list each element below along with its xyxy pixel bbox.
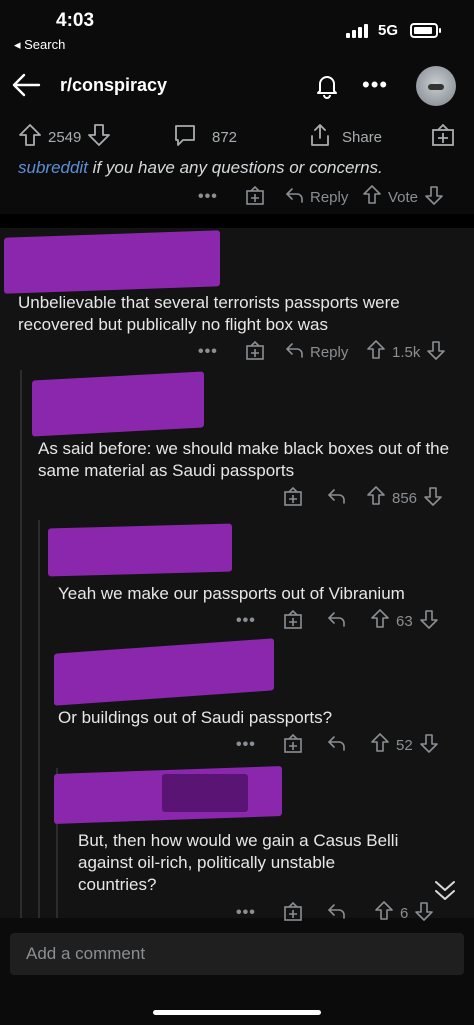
downvote-icon[interactable] [426, 339, 446, 365]
comment-bubble-icon[interactable] [172, 122, 198, 152]
reply-label: Reply [310, 188, 349, 206]
vote-label: Vote [388, 188, 419, 206]
reply-arrow-icon [284, 341, 304, 363]
downvote-icon [424, 184, 444, 210]
mod-comment-rest: if you have any questions or concerns. [87, 158, 383, 177]
comment-actions: ••• 52 [0, 732, 474, 758]
award-gift-icon[interactable] [282, 900, 304, 926]
upvote-icon[interactable] [366, 485, 386, 511]
comment-body: Or buildings out of Saudi passports? [58, 708, 333, 727]
add-comment-input[interactable]: Add a comment [10, 933, 464, 975]
upvote-icon[interactable] [370, 608, 390, 634]
back-to-search-link[interactable]: ◂ Search [14, 37, 65, 53]
downvote-icon[interactable] [419, 732, 439, 758]
share-button[interactable]: Share [308, 122, 382, 152]
vote-score: 6 [400, 904, 409, 922]
thread-line [20, 370, 22, 918]
comment-actions: ••• Reply 1.5k [0, 339, 474, 365]
redaction-overlay [162, 774, 248, 812]
comment-body: Yeah we make our passports out of Vibran… [58, 584, 405, 603]
downvote-icon[interactable] [87, 122, 111, 152]
home-indicator[interactable] [153, 1010, 321, 1015]
downvote-icon[interactable] [419, 608, 439, 634]
subreddit-link[interactable]: subreddit [18, 158, 88, 177]
subreddit-title[interactable]: r/conspiracy [60, 75, 167, 96]
comment-thread: Unbelievable that several terrorists pas… [0, 228, 474, 922]
downvote-icon[interactable] [423, 485, 443, 511]
comment-body: But, then how would we gain a Casus Bell… [78, 831, 399, 894]
award-gift-icon[interactable] [282, 608, 304, 634]
reply-arrow-icon [284, 186, 304, 208]
upvote-count: 2549 [48, 128, 82, 146]
redacted-username [54, 638, 274, 706]
comment-body: Unbelievable that several terrorists pas… [18, 293, 400, 334]
upvote-icon[interactable] [366, 339, 386, 365]
share-label: Share [342, 128, 383, 146]
comment-count: 872 [212, 128, 238, 146]
mod-comment-actions: ••• Reply Vote [0, 184, 474, 210]
vote-score: 856 [392, 489, 418, 507]
clock: 4:03 [56, 10, 95, 31]
vote-button[interactable]: Vote [362, 184, 444, 210]
subreddit-avatar[interactable] [416, 66, 456, 106]
more-options-icon[interactable]: ••• [362, 72, 388, 98]
reply-arrow-icon[interactable] [326, 487, 346, 509]
post-action-bar: 2549 872 Share [0, 114, 474, 158]
add-comment-placeholder: Add a comment [26, 944, 146, 963]
vote-score: 52 [396, 736, 413, 754]
mod-comment-text: subreddit if you have any questions or c… [18, 158, 468, 178]
status-bar: 4:03 ◂ Search 5G [0, 0, 474, 58]
reply-button[interactable]: Reply [284, 341, 348, 363]
upvote-icon[interactable] [18, 122, 42, 152]
comment-actions: ••• 6 [0, 900, 474, 926]
top-bar: r/conspiracy ••• [0, 58, 474, 114]
reply-arrow-icon[interactable] [326, 734, 346, 756]
comment-actions: ••• 63 [0, 608, 474, 634]
battery-icon [410, 23, 441, 38]
upvote-icon[interactable] [374, 900, 394, 926]
bell-icon[interactable] [312, 70, 342, 105]
section-divider [0, 214, 474, 228]
reply-arrow-icon[interactable] [326, 610, 346, 632]
upvote-icon [362, 184, 382, 210]
award-gift-icon[interactable] [244, 339, 266, 365]
share-icon [308, 122, 332, 152]
reply-label: Reply [310, 343, 349, 361]
signal-icon [346, 24, 368, 38]
back-arrow-icon[interactable] [10, 70, 42, 105]
redacted-username [48, 523, 232, 577]
collapse-chevron-icon[interactable] [432, 878, 458, 909]
upvote-icon[interactable] [370, 732, 390, 758]
award-gift-icon[interactable] [282, 485, 304, 511]
redacted-username [4, 230, 220, 294]
more-options-icon[interactable]: ••• [198, 188, 218, 206]
more-options-icon[interactable]: ••• [236, 904, 256, 922]
vote-score: 1.5k [392, 343, 421, 361]
comment-actions: 856 [0, 485, 474, 511]
thread-line [38, 520, 40, 918]
award-gift-icon[interactable] [244, 184, 266, 210]
more-options-icon[interactable]: ••• [236, 612, 256, 630]
more-options-icon[interactable]: ••• [236, 736, 256, 754]
network-type: 5G [378, 22, 399, 39]
reply-button[interactable]: Reply [284, 186, 348, 208]
redacted-username [32, 371, 204, 437]
comment-body: As said before: we should make black box… [38, 439, 450, 480]
vote-score: 63 [396, 612, 413, 630]
award-gift-icon[interactable] [282, 732, 304, 758]
more-options-icon[interactable]: ••• [198, 343, 218, 361]
award-gift-icon[interactable] [430, 122, 456, 152]
reply-arrow-icon[interactable] [326, 902, 346, 924]
